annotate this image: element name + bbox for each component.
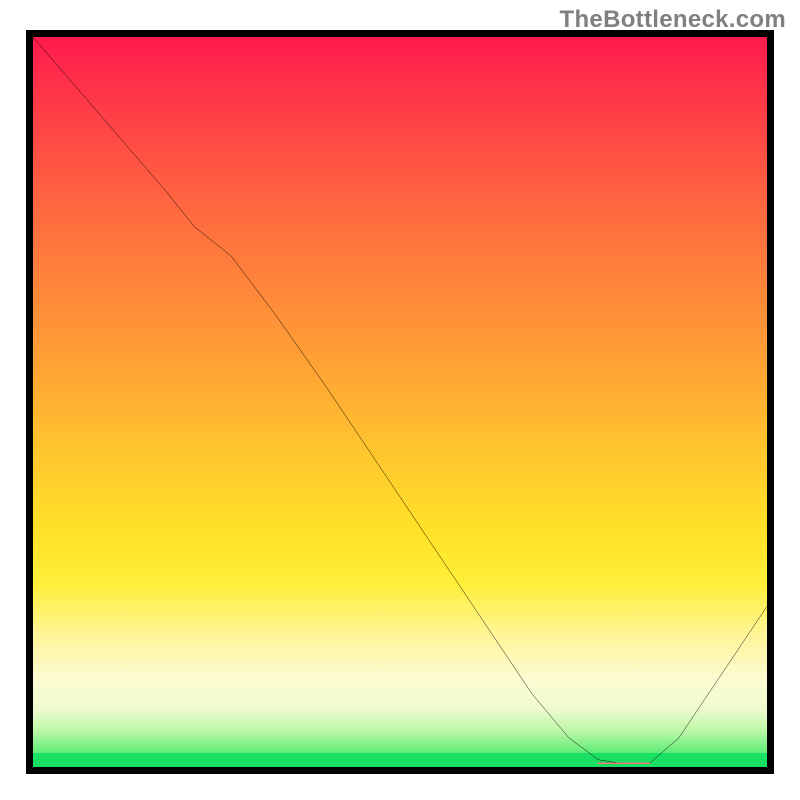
chart-overlay-svg bbox=[33, 37, 767, 767]
bottleneck-curve bbox=[33, 37, 767, 763]
plot-area bbox=[33, 37, 767, 767]
plot-area-border bbox=[26, 30, 774, 774]
chart-frame: TheBottleneck.com bbox=[0, 0, 800, 800]
